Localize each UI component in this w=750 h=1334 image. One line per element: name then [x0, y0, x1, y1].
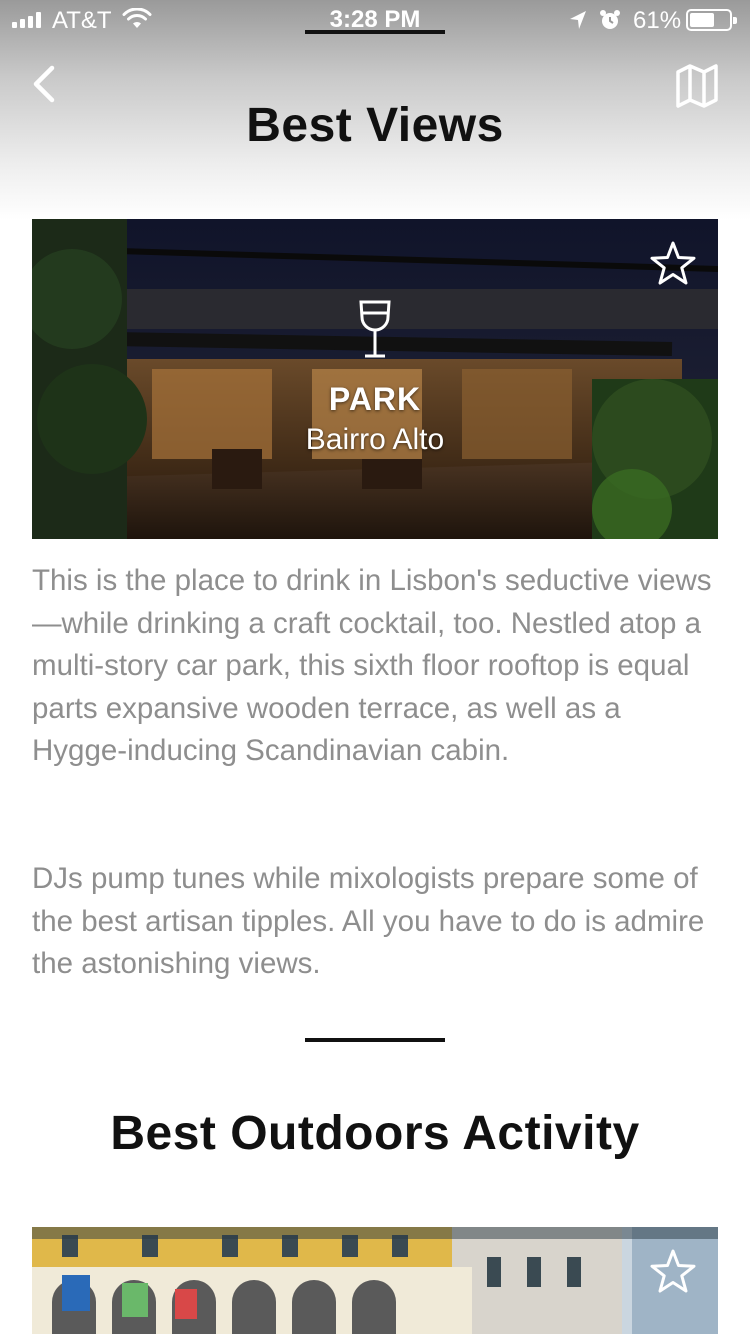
rooftop-photo: [32, 219, 718, 539]
activity-card-image[interactable]: [32, 1227, 718, 1334]
battery-icon: [686, 9, 737, 31]
square-photo: [32, 1227, 718, 1334]
venue-description: This is the place to drink in Lisbon's s…: [32, 564, 712, 767]
section-divider: [305, 1038, 445, 1042]
section-title: Best Outdoors Activity: [110, 1107, 640, 1160]
status-bar: AT&T 3:28 PM 61%: [0, 0, 750, 40]
page-title: Best Views: [246, 99, 504, 152]
favorite-star-icon-2[interactable]: [648, 1247, 698, 1297]
venue-description-2: DJs pump tunes while mixologists prepare…: [32, 862, 705, 980]
location-arrow-icon: [570, 11, 586, 29]
venue-name: PARK: [328, 381, 422, 417]
venue-card-image[interactable]: PARK Bairro Alto: [32, 219, 718, 539]
time-underline: [305, 30, 445, 34]
alarm-icon: [600, 10, 620, 29]
wine-glass-icon: [359, 300, 391, 358]
battery-percent: 61%: [633, 7, 682, 34]
venue-neighborhood: Bairro Alto: [305, 423, 445, 456]
favorite-star-icon[interactable]: [648, 239, 698, 289]
